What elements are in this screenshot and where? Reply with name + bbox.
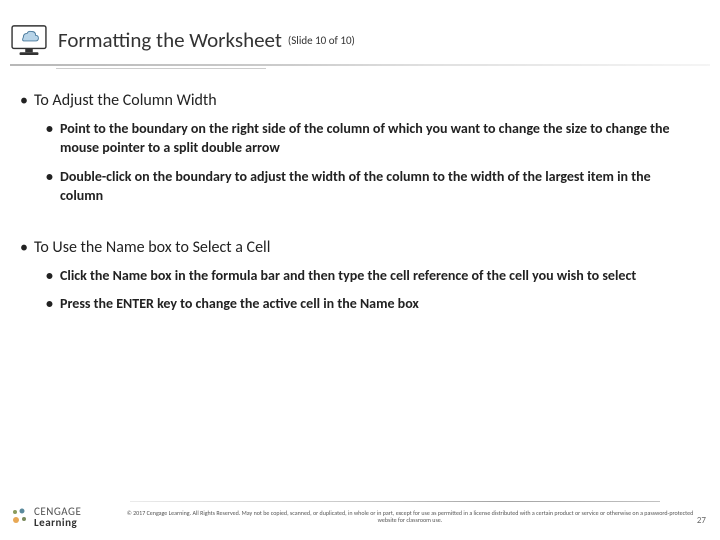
slide-content: To Adjust the Column Width Point to the … (0, 69, 720, 314)
bullet-item: Point to the boundary on the right side … (60, 120, 700, 158)
section-heading: To Adjust the Column Width (34, 91, 700, 110)
footer-logo-text-bottom: Learning (34, 517, 81, 528)
bullet-item: Click the Name box in the formula bar an… (60, 267, 700, 286)
slide-footer: CENGAGE Learning © 2017 Cengage Learning… (0, 494, 720, 540)
bullet-list: Point to the boundary on the right side … (20, 120, 700, 206)
bullet-list: Click the Name box in the formula bar an… (20, 267, 700, 315)
slide-counter: (Slide 10 of 10) (288, 34, 355, 47)
cloud-monitor-icon (10, 24, 48, 56)
title-divider-short (56, 68, 266, 69)
copyright-text: © 2017 Cengage Learning. All Rights Rese… (110, 510, 710, 524)
bullet-item: Double-click on the boundary to adjust t… (60, 168, 700, 206)
slide-title: Formatting the Worksheet (58, 27, 282, 53)
section-heading: To Use the Name box to Select a Cell (34, 238, 700, 257)
cengage-logo-icon (10, 507, 30, 527)
slide-header: Formatting the Worksheet (Slide 10 of 10… (0, 0, 720, 64)
cengage-logo: CENGAGE Learning (10, 502, 110, 532)
bullet-item: Press the ENTER key to change the active… (60, 295, 700, 314)
page-number: 27 (697, 515, 706, 526)
title-divider (10, 64, 710, 66)
